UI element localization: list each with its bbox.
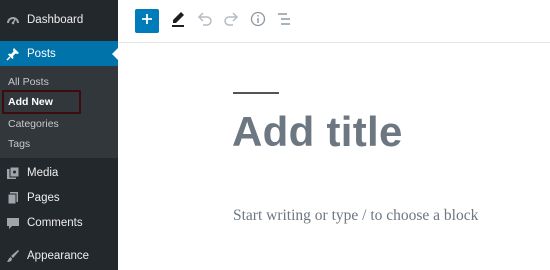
menu-item-pages[interactable]: Pages (0, 187, 118, 209)
paintbrush-icon (6, 249, 20, 263)
pages-icon (6, 191, 20, 205)
redo-icon (223, 11, 239, 31)
media-icon (6, 166, 20, 180)
editor-toolbar (118, 0, 550, 43)
submenu-all-posts[interactable]: All Posts (8, 76, 49, 88)
menu-item-posts[interactable]: Posts (0, 41, 118, 66)
add-block-button[interactable] (135, 9, 159, 33)
tools-button[interactable] (168, 10, 188, 32)
title-separator (233, 92, 279, 94)
post-title-input[interactable]: Add title (232, 108, 403, 156)
undo-icon (197, 11, 213, 31)
submenu-categories[interactable]: Categories (8, 118, 59, 130)
menu-item-appearance[interactable]: Appearance (0, 245, 118, 267)
menu-label-posts: Posts (27, 47, 56, 60)
pen-icon (170, 10, 186, 33)
dashboard-icon (6, 13, 20, 27)
admin-sidebar: Dashboard Posts All Posts Add New Catego… (0, 0, 118, 270)
outline-icon (276, 12, 292, 31)
comment-icon (6, 216, 20, 230)
menu-label-media: Media (27, 167, 59, 179)
info-icon (250, 11, 266, 32)
menu-label-comments: Comments (27, 217, 83, 229)
menu-label-pages: Pages (27, 192, 60, 204)
menu-item-comments[interactable]: Comments (0, 212, 118, 234)
block-navigation-button[interactable] (274, 11, 294, 31)
content-structure-button[interactable] (248, 11, 268, 31)
menu-label-appearance: Appearance (27, 250, 90, 262)
menu-label-dashboard: Dashboard (27, 14, 84, 26)
pin-icon (6, 47, 20, 61)
add-new-highlight-box (2, 90, 81, 114)
plus-icon (141, 12, 153, 30)
menu-item-dashboard[interactable]: Dashboard (0, 9, 118, 31)
submenu-tags[interactable]: Tags (8, 138, 30, 150)
menu-item-media[interactable]: Media (0, 162, 118, 184)
undo-button[interactable] (196, 11, 214, 31)
redo-button[interactable] (222, 11, 240, 31)
editor-canvas: Add title Start writing or type / to cho… (118, 44, 550, 270)
post-body-input[interactable]: Start writing or type / to choose a bloc… (233, 207, 478, 225)
